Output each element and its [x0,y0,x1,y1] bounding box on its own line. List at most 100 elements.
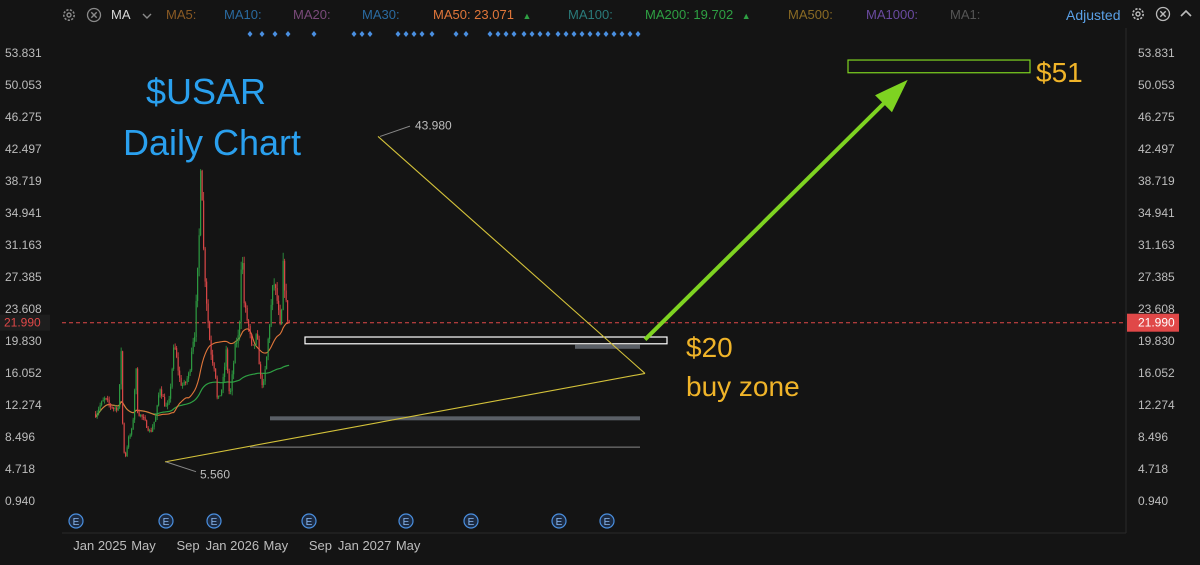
candle-body [158,395,160,406]
candle-body [212,354,214,364]
target-label: $51 [1036,57,1083,88]
candle-body [233,363,235,375]
candle-body [140,414,142,416]
candle-body [269,325,271,339]
candle-body [201,170,203,201]
y-tick-label-right: 42.497 [1138,142,1175,156]
candle-body [180,377,182,386]
x-tick-label: May [264,538,289,553]
y-tick-label-left: 38.719 [5,174,42,188]
y-tick-label-left: 16.052 [5,366,42,380]
last-price-badge-label: 21.990 [1138,316,1175,330]
candle-body [225,349,227,367]
y-tick-label-right: 34.941 [1138,206,1175,220]
candle-body [185,381,187,383]
candle-body [200,170,202,236]
candle-body [122,351,124,424]
candle-body [152,426,154,432]
candle-body [267,338,269,357]
earnings-marker-icon: E [551,513,567,529]
candle-body [153,421,155,427]
candle-body [129,434,131,438]
price-chart[interactable]: 53.831 53.831 50.053 50.053 46.275 46.275 42.4… [0,0,1200,565]
candle-body [186,378,188,383]
candle-body [227,349,229,372]
candle-body [113,407,115,409]
candle-body [240,269,242,323]
candle-body [230,390,232,392]
y-tick-label-right: 46.275 [1138,110,1175,124]
y-tick-label-left: 46.275 [5,110,42,124]
x-tick-label: Sep [177,538,200,553]
candle-body [102,400,104,402]
candle-body [188,373,190,379]
candle-body [248,320,250,327]
candle-body [197,267,199,302]
y-tick-label-right: 19.830 [1138,334,1175,348]
candle-body [137,368,139,413]
candle-body [252,344,254,346]
candle-body [239,322,241,336]
candle-body [281,309,283,325]
candle-body [228,371,230,392]
candle-body [146,420,148,428]
candle-body [216,377,218,398]
candle-body [116,407,118,411]
y-tick-label-right: 50.053 [1138,78,1175,92]
x-tick-label: Jan 2025 [73,538,127,553]
earnings-marker-letter: E [556,517,563,528]
candle-body [120,351,122,385]
candle-body [273,284,275,286]
candle-body [117,407,119,411]
candle-body [264,369,266,382]
candle-body [260,364,262,376]
candle-body [209,323,211,341]
candle-body [119,384,121,408]
last-price-left-label: 21.990 [4,316,41,330]
candle-body [179,370,181,378]
earnings-marker-letter: E [468,517,475,528]
earnings-marker-icon: E [206,513,222,529]
y-tick-label-left: 23.608 [5,302,42,316]
candle-body [183,381,185,385]
earnings-marker-letter: E [163,517,170,528]
candle-body [105,398,107,400]
candle-body [210,340,212,355]
candle-body [213,363,215,369]
x-tick-label: Jan 2027 [338,538,392,553]
y-tick-label-left: 53.831 [5,46,42,60]
candle-body [237,335,239,343]
candle-body [135,368,137,391]
y-tick-label-right: 16.052 [1138,366,1175,380]
earnings-marker-letter: E [403,517,410,528]
earnings-marker-letter: E [306,517,313,528]
candle-body [254,344,256,346]
candle-body [189,370,191,374]
earnings-marker-icon: E [301,513,317,529]
candle-body [159,389,161,396]
candle-body [278,300,280,311]
candle-body [176,348,178,358]
y-tick-label-right: 53.831 [1138,46,1175,60]
candle-body [258,338,260,365]
y-tick-label-right: 12.274 [1138,398,1175,412]
candle-body [114,407,116,409]
candle-body [246,307,248,321]
candle-body [144,417,146,421]
candle-body [125,452,127,456]
y-tick-label-left: 42.497 [5,142,42,156]
candle-body [191,351,193,371]
y-tick-label-left: 0.940 [5,494,35,508]
candle-body [272,285,274,305]
candle-body [182,384,184,386]
candle-body [110,404,112,407]
x-tick-label: Jan 2026 [206,538,260,553]
candle-body [173,347,175,369]
y-tick-label-right: 31.163 [1138,238,1175,252]
earnings-marker-icon: E [68,513,84,529]
candle-body [243,263,245,304]
y-tick-label-right: 4.718 [1138,462,1168,476]
candle-body [111,406,113,408]
candle-body [134,390,136,420]
buy-level-label: $20 [686,332,733,363]
